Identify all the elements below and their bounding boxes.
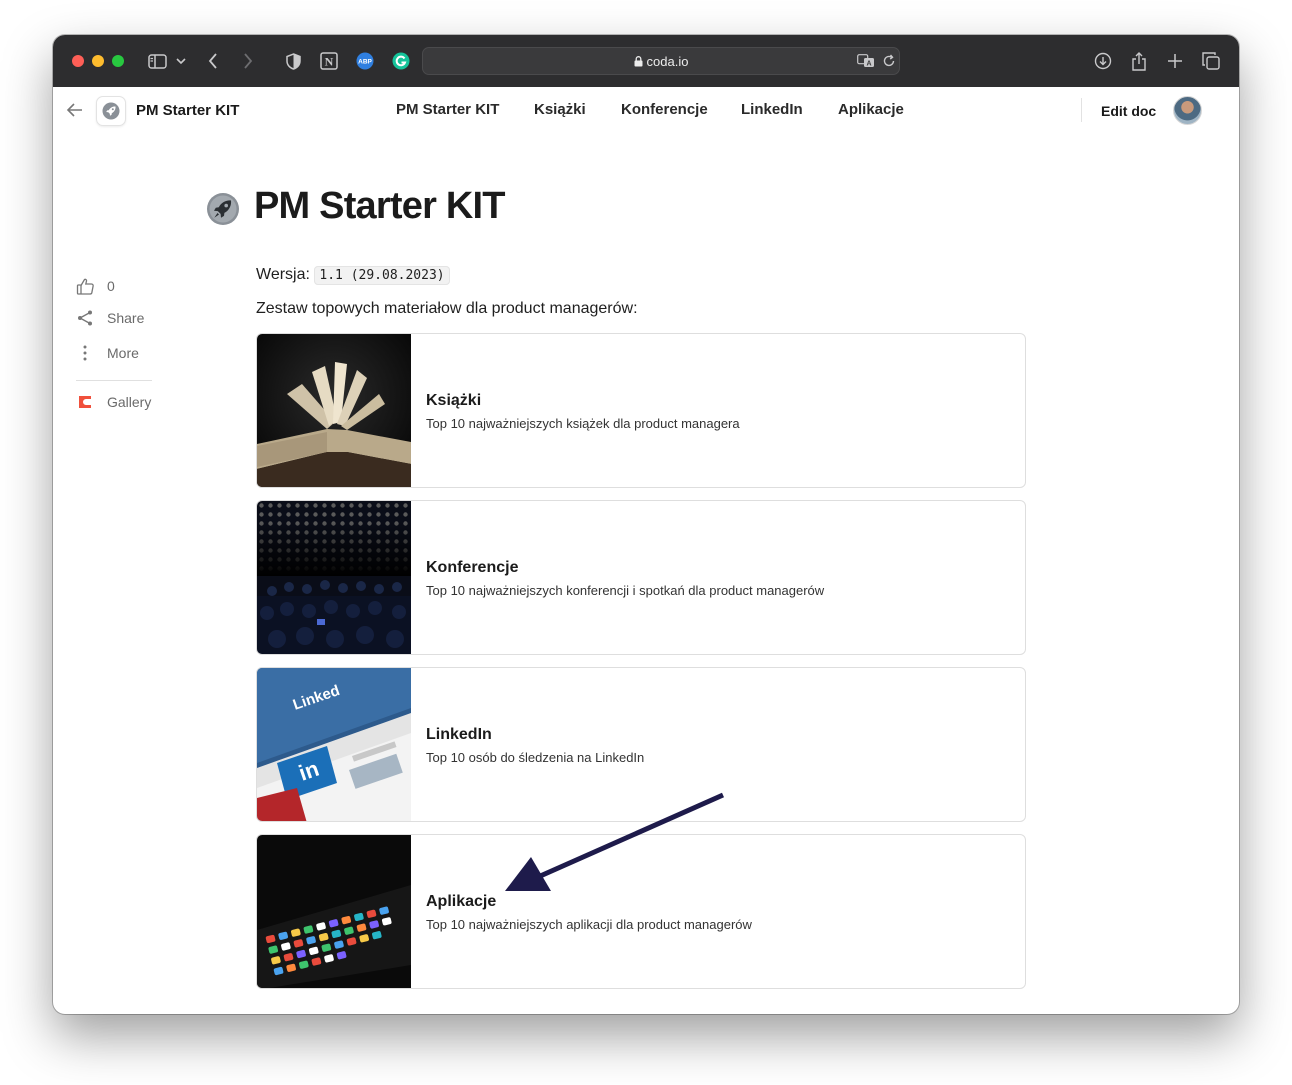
intro-text: Zestaw topowych materiałow dla product m… — [256, 300, 638, 317]
like-button[interactable]: 0 — [75, 276, 115, 296]
tab-linkedin[interactable]: LinkedIn — [741, 101, 803, 118]
close-window-button[interactable] — [72, 55, 84, 67]
version-line: Wersja: 1.1 (29.08.2023) — [256, 266, 450, 285]
gallery-label: Gallery — [107, 394, 152, 410]
rail-divider — [76, 380, 152, 381]
annotation-arrow-icon — [505, 792, 725, 891]
translate-icon[interactable]: A — [857, 54, 875, 73]
thumbs-up-icon — [75, 276, 95, 296]
version-code: 1.1 (29.08.2023) — [314, 266, 450, 285]
avatar[interactable] — [1173, 96, 1202, 125]
gallery-button[interactable]: Gallery — [75, 392, 151, 412]
shield-icon[interactable] — [284, 49, 302, 73]
more-button[interactable]: More — [75, 343, 139, 363]
card-konferencje[interactable]: Konferencje Top 10 najważniejszych konfe… — [256, 500, 1026, 655]
version-label: Wersja: — [256, 266, 310, 283]
page-rocket-icon — [206, 192, 240, 226]
conference-image — [257, 501, 411, 654]
tab-aplikacje[interactable]: Aplikacje — [838, 101, 904, 118]
browser-window: N ABP coda.io A PM Starter KIT PM Starte… — [53, 35, 1239, 1014]
adblock-extension-icon[interactable]: ABP — [355, 49, 375, 73]
more-dots-icon — [75, 343, 95, 363]
browser-toolbar: N ABP coda.io A — [53, 35, 1239, 87]
zoom-window-button[interactable] — [112, 55, 124, 67]
grammarly-extension-icon[interactable] — [391, 49, 411, 73]
card-description: Top 10 najważniejszych konferencji i spo… — [426, 583, 825, 598]
like-count: 0 — [107, 278, 115, 294]
notion-extension-icon[interactable]: N — [319, 49, 339, 73]
svg-text:N: N — [325, 55, 334, 69]
rocket-icon — [102, 102, 120, 120]
page-title: PM Starter KIT — [254, 185, 505, 227]
share-icon — [75, 308, 95, 328]
svg-text:A: A — [866, 61, 871, 68]
share-label: Share — [107, 310, 145, 326]
card-description: Top 10 najważniejszych książek dla produ… — [426, 416, 740, 431]
back-arrow-icon[interactable] — [65, 100, 85, 120]
forward-nav-icon[interactable] — [240, 49, 256, 73]
header-divider — [1081, 98, 1082, 122]
back-nav-icon[interactable] — [205, 49, 221, 73]
linkedin-image: in Linked — [257, 668, 411, 821]
tab-overview-icon[interactable] — [1201, 49, 1221, 73]
edit-doc-button[interactable]: Edit doc — [1101, 103, 1156, 119]
sidebar-toggle-icon[interactable] — [146, 49, 168, 73]
doc-header: PM Starter KIT PM Starter KIT Książki Ko… — [53, 87, 1239, 137]
card-title: LinkedIn — [426, 726, 492, 743]
apps-image — [257, 835, 411, 988]
tab-konferencje[interactable]: Konferencje — [621, 101, 708, 118]
url-text: coda.io — [646, 54, 689, 69]
coda-gallery-icon — [75, 392, 95, 412]
card-ksiazki[interactable]: Książki Top 10 najważniejszych książek d… — [256, 333, 1026, 488]
book-image — [257, 334, 411, 487]
share-button[interactable]: Share — [75, 308, 144, 328]
tab-pm-starter-kit[interactable]: PM Starter KIT — [396, 101, 499, 118]
doc-title[interactable]: PM Starter KIT — [136, 102, 239, 119]
address-bar[interactable]: coda.io A — [422, 47, 900, 75]
lock-icon — [634, 56, 643, 67]
chevron-down-icon[interactable] — [175, 49, 187, 73]
doc-icon-button[interactable] — [96, 96, 126, 126]
card-title: Książki — [426, 392, 482, 409]
more-label: More — [107, 345, 139, 361]
downloads-icon[interactable] — [1093, 49, 1113, 73]
tab-ksiazki[interactable]: Książki — [534, 101, 586, 118]
url-display[interactable]: coda.io — [423, 54, 899, 69]
share-page-icon[interactable] — [1129, 49, 1149, 73]
card-title: Konferencje — [426, 559, 519, 576]
svg-text:ABP: ABP — [358, 59, 372, 66]
card-description: Top 10 osób do śledzenia na LinkedIn — [426, 750, 645, 765]
card-description: Top 10 najważniejszych aplikacji dla pro… — [426, 917, 752, 932]
card-title: Aplikacje — [426, 893, 497, 910]
reload-icon[interactable] — [882, 54, 896, 73]
minimize-window-button[interactable] — [92, 55, 104, 67]
new-tab-icon[interactable] — [1165, 49, 1185, 73]
